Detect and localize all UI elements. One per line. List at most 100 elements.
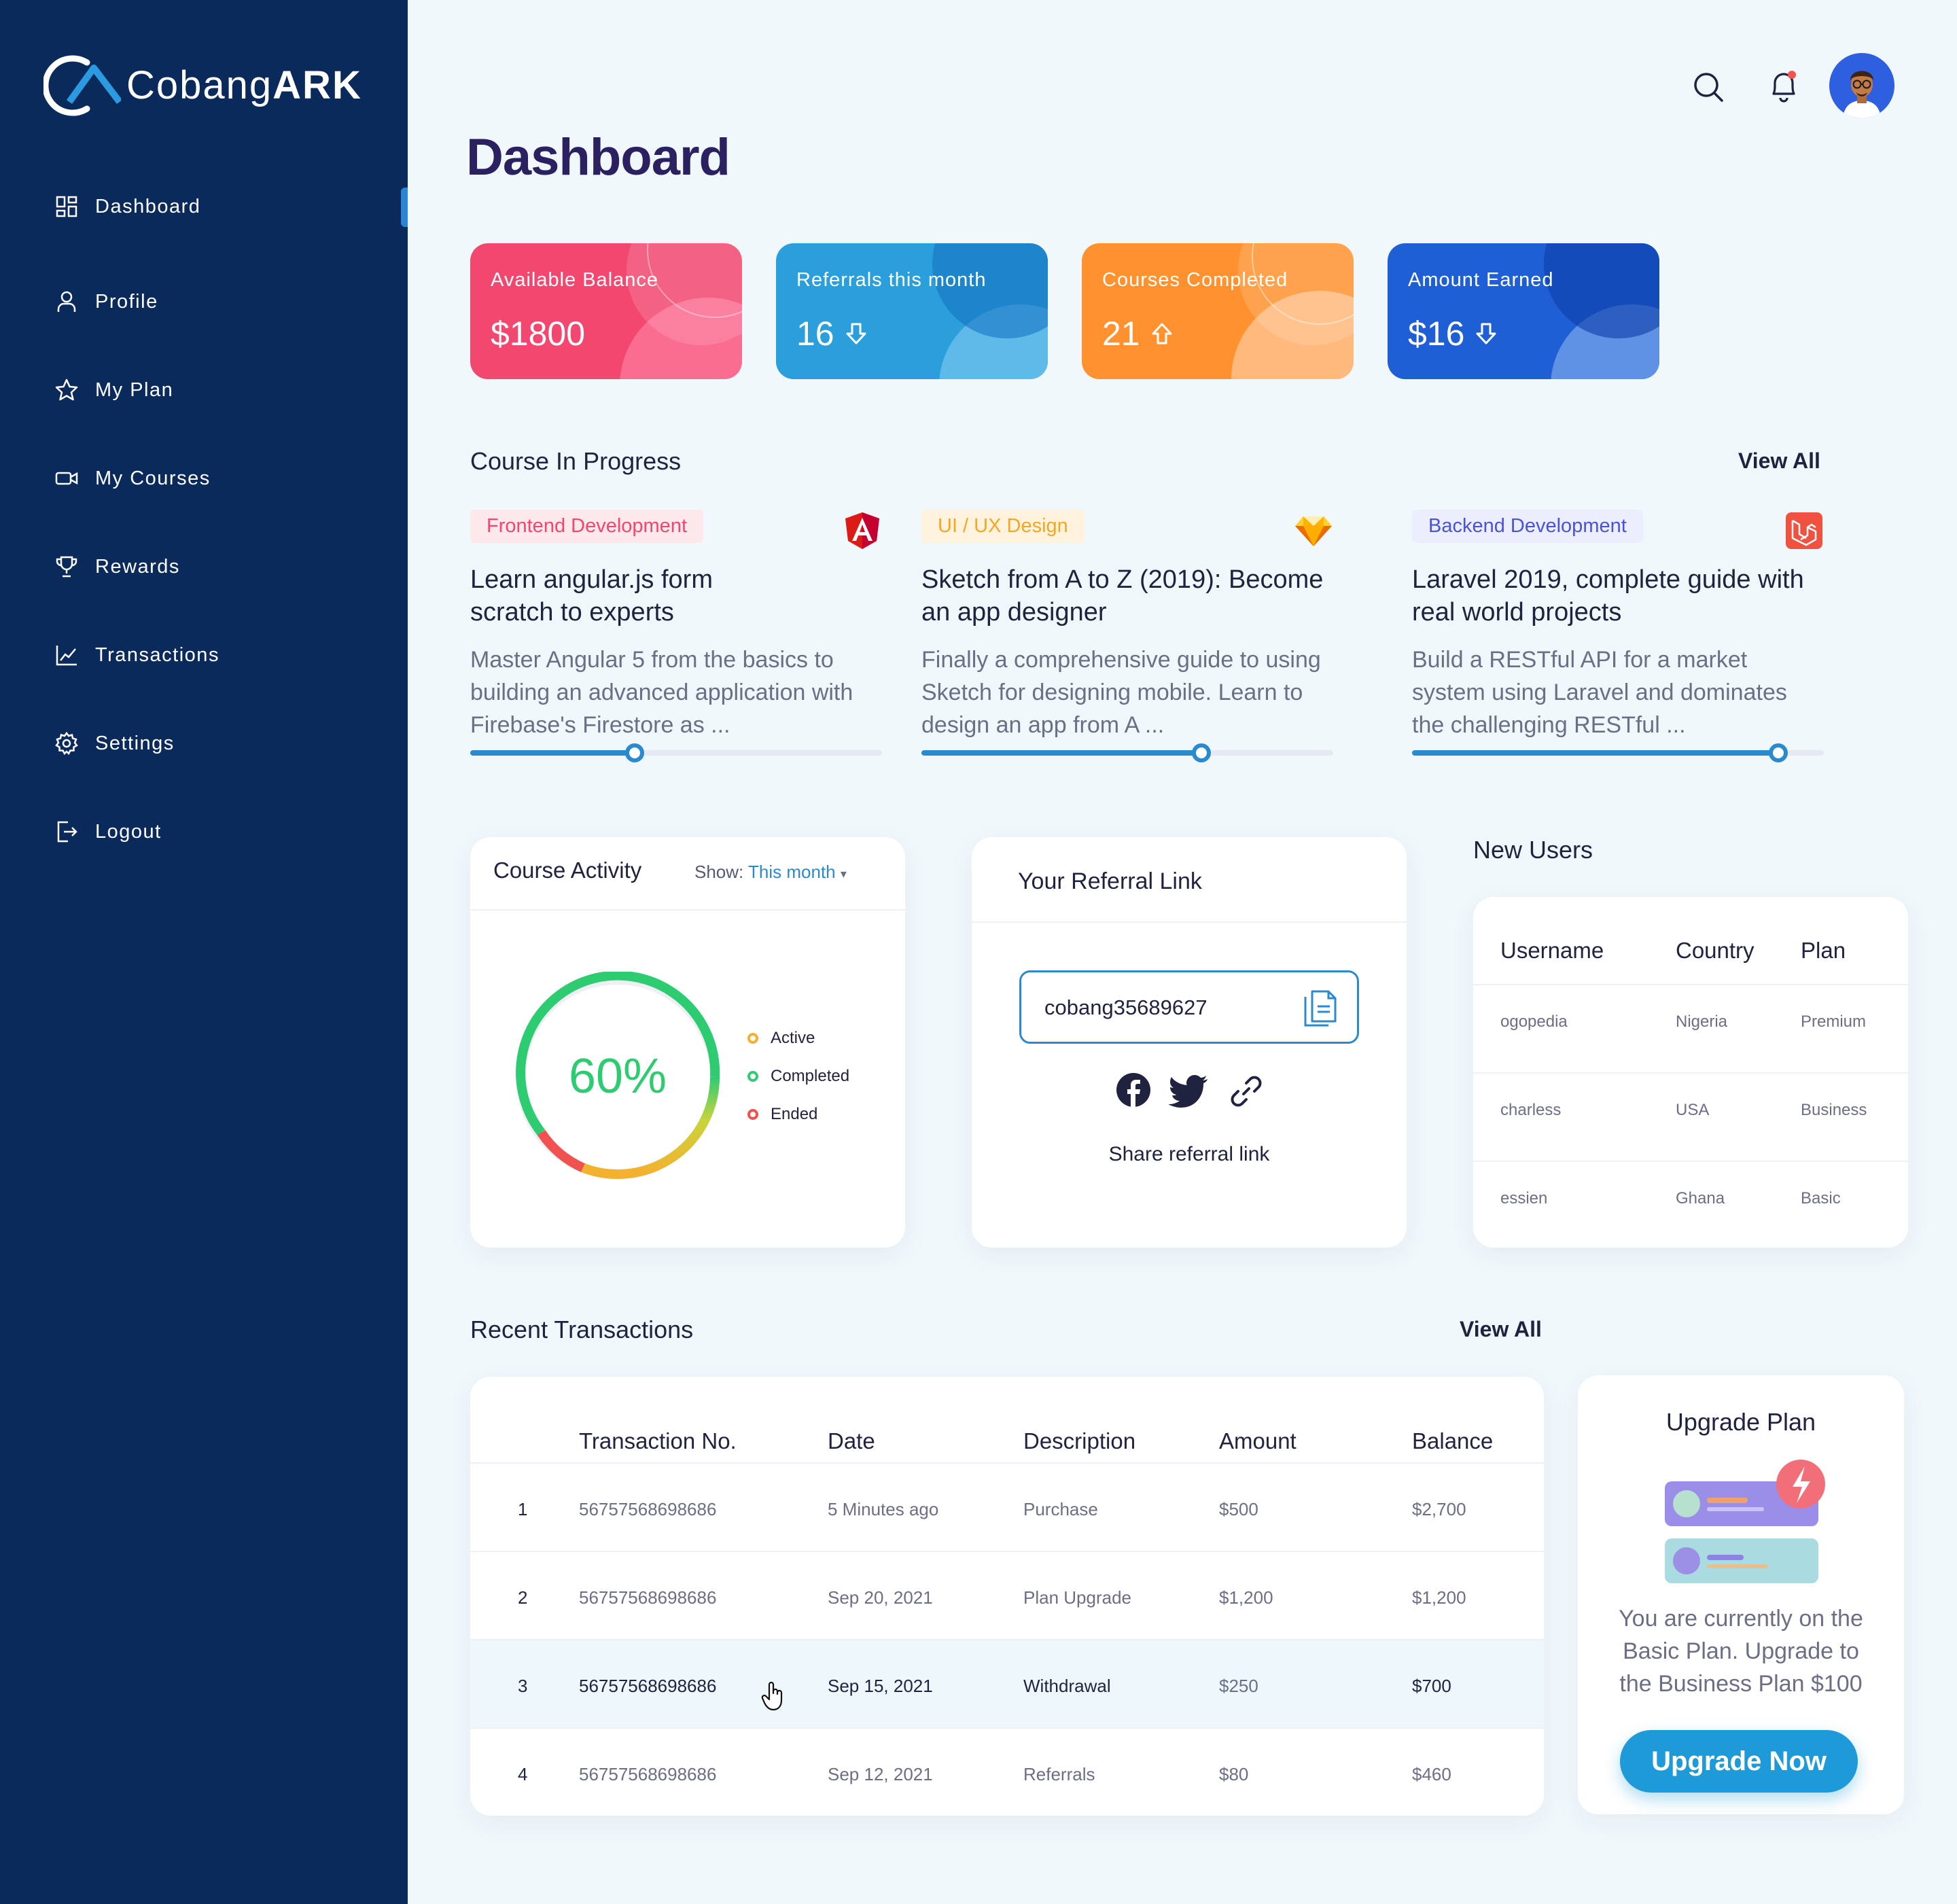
table-row[interactable]: 4 56757568698686 Sep 12, 2021 Referrals … bbox=[470, 1727, 1544, 1816]
row-index: 2 bbox=[518, 1587, 528, 1608]
transactions-view-all-link[interactable]: View All bbox=[1460, 1317, 1542, 1342]
progress-fill bbox=[921, 750, 1202, 756]
stat-label: Available Balance bbox=[491, 269, 659, 291]
sidebar-item-settings[interactable]: Settings bbox=[54, 723, 175, 764]
upgrade-now-button[interactable]: Upgrade Now bbox=[1620, 1730, 1858, 1793]
video-icon bbox=[55, 472, 78, 485]
sidebar-item-label: Settings bbox=[95, 732, 175, 754]
stat-card-courses-completed[interactable]: Courses Completed 21 bbox=[1082, 243, 1354, 379]
page-title: Dashboard bbox=[466, 128, 730, 186]
course-progress-bar bbox=[1412, 743, 1824, 762]
transaction-number: 56757568698686 bbox=[579, 1764, 717, 1784]
course-title: Sketch from A to Z (2019): Become an app… bbox=[921, 565, 1324, 627]
column-header-transaction-no: Transaction No. bbox=[579, 1428, 737, 1453]
table-row[interactable]: 1 56757568698686 5 Minutes ago Purchase … bbox=[470, 1462, 1544, 1551]
course-title: Learn angular.js form scratch to experts bbox=[470, 565, 713, 627]
twitter-icon[interactable] bbox=[1169, 1075, 1208, 1108]
logout-icon bbox=[57, 821, 77, 843]
sidebar-item-dashboard[interactable]: Dashboard bbox=[54, 186, 200, 227]
sidebar-item-rewards[interactable]: Rewards bbox=[54, 546, 180, 587]
sidebar-item-my-plan[interactable]: My Plan bbox=[54, 370, 173, 410]
transaction-number: 56757568698686 bbox=[579, 1499, 717, 1519]
stat-card-referrals[interactable]: Referrals this month 16 bbox=[776, 243, 1048, 379]
notification-bell-icon[interactable] bbox=[1768, 68, 1799, 103]
legend-item-ended: Ended bbox=[747, 1105, 817, 1124]
table-row[interactable]: 2 56757568698686 Sep 20, 2021 Plan Upgra… bbox=[470, 1551, 1544, 1639]
brand-logo[interactable]: CobangARK bbox=[43, 53, 362, 117]
transaction-date: 5 Minutes ago bbox=[828, 1499, 939, 1519]
referral-title: Your Referral Link bbox=[1018, 868, 1202, 894]
plan-cards-illustration-icon bbox=[1665, 1460, 1825, 1583]
avatar-illustration-icon bbox=[1843, 71, 1881, 118]
arrow-up-icon bbox=[1152, 323, 1172, 345]
sidebar-item-label: Profile bbox=[95, 290, 158, 313]
course-activity-title: Course Activity bbox=[493, 858, 642, 883]
course-card[interactable]: Frontend Development Learn angular.js fo… bbox=[470, 510, 882, 762]
progress-knob[interactable] bbox=[1769, 743, 1788, 762]
star-icon bbox=[55, 378, 78, 401]
transaction-amount: $500 bbox=[1219, 1499, 1258, 1519]
sidebar-item-transactions[interactable]: Transactions bbox=[54, 635, 219, 675]
course-tag: UI / UX Design bbox=[921, 510, 1085, 543]
grid-icon bbox=[56, 196, 77, 217]
progress-knob[interactable] bbox=[1192, 743, 1212, 762]
row-index: 4 bbox=[518, 1764, 528, 1784]
gear-icon bbox=[55, 731, 78, 756]
chevron-down-icon: ▾ bbox=[840, 867, 847, 881]
legend-label: Ended bbox=[771, 1105, 818, 1123]
user-name[interactable]: ogopedia bbox=[1500, 1012, 1568, 1032]
divider bbox=[972, 921, 1407, 923]
row-index: 1 bbox=[518, 1499, 528, 1519]
transactions-title: Recent Transactions bbox=[470, 1316, 694, 1343]
divider bbox=[1473, 1161, 1908, 1162]
logo-mark-icon bbox=[43, 55, 121, 116]
table-row[interactable]: 3 56757568698686 Sep 15, 2021 Withdrawal… bbox=[470, 1639, 1544, 1727]
referral-code: cobang35689627 bbox=[1044, 995, 1207, 1019]
column-header-description: Description bbox=[1023, 1428, 1136, 1453]
legend-label: Active bbox=[771, 1029, 815, 1047]
stat-card-available-balance[interactable]: Available Balance $1800 bbox=[470, 243, 742, 379]
progress-knob[interactable] bbox=[625, 743, 645, 762]
sidebar-item-logout[interactable]: Logout bbox=[54, 811, 162, 852]
course-card[interactable]: Backend Development Laravel 2019, comple… bbox=[1412, 510, 1824, 762]
donut-percent-label: 60% bbox=[569, 1049, 667, 1104]
legend-label: Completed bbox=[771, 1067, 850, 1085]
copy-icon[interactable] bbox=[1301, 986, 1339, 1028]
user-name[interactable]: charless bbox=[1500, 1101, 1561, 1120]
transaction-balance: $2,700 bbox=[1412, 1499, 1466, 1519]
transaction-amount: $1,200 bbox=[1219, 1587, 1273, 1608]
course-tag: Frontend Development bbox=[470, 510, 703, 543]
facebook-icon[interactable] bbox=[1116, 1072, 1151, 1108]
user-plan: Premium bbox=[1801, 1012, 1867, 1031]
column-header-country: Country bbox=[1676, 938, 1755, 963]
referral-link-field[interactable]: cobang35689627 bbox=[1019, 970, 1359, 1044]
course-activity-panel: Course Activity Show: This month ▾ 60% A… bbox=[470, 837, 905, 1248]
chart-line-icon bbox=[56, 646, 77, 666]
transaction-description: Purchase bbox=[1023, 1499, 1098, 1519]
sidebar-item-label: Rewards bbox=[95, 555, 180, 578]
course-card[interactable]: UI / UX Design Sketch from A to Z (2019)… bbox=[921, 510, 1333, 762]
transaction-date: Sep 20, 2021 bbox=[828, 1587, 933, 1608]
legend-item-completed: Completed bbox=[747, 1067, 849, 1086]
search-icon[interactable] bbox=[1692, 71, 1725, 103]
sidebar: CobangARK Dashboard Profile My Plan My C… bbox=[0, 0, 408, 1904]
column-header-username: Username bbox=[1500, 938, 1604, 963]
period-dropdown[interactable]: Show: This month ▾ bbox=[694, 862, 847, 883]
course-progress-bar bbox=[470, 743, 882, 762]
courses-view-all-link[interactable]: View All bbox=[1738, 448, 1820, 474]
stat-card-amount-earned[interactable]: Amount Earned $16 bbox=[1388, 243, 1659, 379]
sidebar-item-profile[interactable]: Profile bbox=[54, 281, 158, 322]
upgrade-plan-title: Upgrade Plan bbox=[1665, 1408, 1816, 1436]
sidebar-item-my-courses[interactable]: My Courses bbox=[54, 458, 211, 499]
sidebar-item-label: Transactions bbox=[95, 644, 219, 666]
link-icon[interactable] bbox=[1229, 1074, 1264, 1109]
avatar[interactable] bbox=[1829, 53, 1894, 118]
user-name[interactable]: essien bbox=[1500, 1189, 1547, 1208]
course-activity-header: Course Activity Show: This month ▾ bbox=[470, 837, 905, 911]
courses-section-title: Course In Progress bbox=[470, 447, 682, 475]
period-dropdown-value: This month bbox=[748, 862, 836, 882]
divider bbox=[1473, 984, 1908, 985]
transaction-description: Plan Upgrade bbox=[1023, 1587, 1131, 1608]
arrow-down-icon bbox=[846, 323, 866, 345]
transaction-date: Sep 12, 2021 bbox=[828, 1764, 933, 1784]
